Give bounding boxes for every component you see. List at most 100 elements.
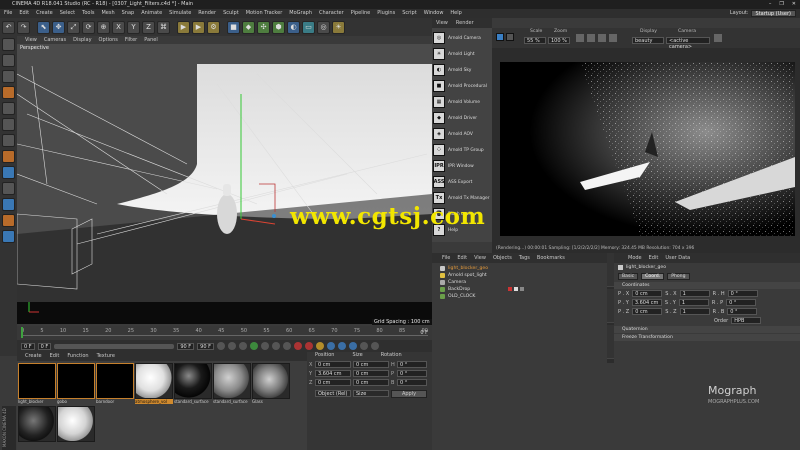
scale-key-icon[interactable] bbox=[337, 342, 346, 350]
make-editable-icon[interactable] bbox=[2, 38, 15, 51]
material-swatch[interactable]: barndoor bbox=[96, 363, 134, 404]
live-selection-icon[interactable]: ⬉ bbox=[37, 20, 50, 34]
order-dropdown[interactable]: HPB bbox=[731, 317, 762, 324]
go-to-start-icon[interactable] bbox=[216, 342, 225, 350]
render-picture-viewer-icon[interactable]: ▶ bbox=[192, 20, 205, 34]
move-icon[interactable]: ✥ bbox=[52, 20, 65, 34]
parameter-key-icon[interactable] bbox=[359, 342, 368, 350]
array-icon[interactable]: ✣ bbox=[257, 20, 270, 34]
recent-tools-icon[interactable]: ⊕ bbox=[97, 20, 110, 34]
object-menu-objects[interactable]: Objects bbox=[493, 253, 512, 263]
rotation-key-icon[interactable] bbox=[348, 342, 357, 350]
subdivision-icon[interactable]: ◆ bbox=[242, 20, 255, 34]
coordinate-mode-dropdown[interactable]: Object (Rel) bbox=[315, 390, 351, 397]
display-dropdown[interactable]: beauty bbox=[632, 37, 664, 44]
playhead[interactable] bbox=[21, 327, 23, 338]
pos-y-field[interactable]: 3.604 cm bbox=[631, 299, 662, 306]
max-frame-field[interactable]: 90 F bbox=[197, 342, 214, 350]
menu-script[interactable]: Script bbox=[402, 9, 417, 18]
scale-x-field[interactable]: 1 bbox=[679, 290, 710, 297]
viewport-menu-panel[interactable]: Panel bbox=[144, 36, 158, 44]
material-menu-edit[interactable]: Edit bbox=[50, 352, 60, 361]
menu-tools[interactable]: Tools bbox=[82, 9, 94, 18]
play-render-icon[interactable] bbox=[496, 33, 504, 41]
menu-character[interactable]: Character bbox=[319, 9, 344, 18]
pause-render-icon[interactable] bbox=[506, 33, 514, 41]
menu-render[interactable]: Render bbox=[198, 9, 216, 18]
object-row[interactable]: light_blocker_geo bbox=[432, 265, 607, 272]
pos-z-field[interactable]: 0 cm bbox=[632, 308, 663, 315]
position-z-field[interactable]: 0 cm bbox=[315, 379, 351, 386]
current-frame-field[interactable]: 0 F bbox=[37, 342, 52, 350]
play-icon[interactable] bbox=[249, 342, 258, 350]
fit-icon[interactable] bbox=[576, 34, 584, 42]
keyframe-selection-icon[interactable] bbox=[315, 342, 324, 350]
camera-dropdown[interactable]: <active camera> bbox=[666, 37, 710, 50]
material-swatch[interactable] bbox=[18, 406, 56, 446]
attribute-menu-edit[interactable]: Edit bbox=[649, 253, 659, 263]
arnold-driver-button[interactable]: ◆ Arnold Driver bbox=[433, 111, 491, 125]
render-view-menu-render[interactable]: Render bbox=[456, 20, 474, 26]
range-slider[interactable] bbox=[54, 343, 175, 349]
tab-objects[interactable] bbox=[607, 253, 614, 287]
freeze-transformation-section[interactable]: Freeze Transformation bbox=[614, 334, 800, 341]
workplane-lock-icon[interactable] bbox=[2, 198, 15, 211]
tweak-mode-icon[interactable] bbox=[2, 166, 15, 179]
record-icon[interactable] bbox=[293, 342, 302, 350]
y-axis-icon[interactable]: Y bbox=[127, 20, 140, 34]
camera-lock-icon[interactable] bbox=[714, 34, 722, 42]
point-level-icon[interactable] bbox=[370, 342, 379, 350]
material-menu-function[interactable]: Function bbox=[67, 352, 88, 361]
rot-p-field[interactable]: 0 ° bbox=[726, 299, 757, 306]
tab-content-browser[interactable] bbox=[607, 289, 614, 323]
x-axis-icon[interactable]: X bbox=[112, 20, 125, 34]
scale-field[interactable]: 55 % bbox=[524, 37, 546, 44]
size-mode-dropdown[interactable]: Size bbox=[353, 390, 389, 397]
render-settings-icon[interactable]: ⚙ bbox=[207, 20, 220, 34]
pos-x-field[interactable]: 0 cm bbox=[632, 290, 663, 297]
viewport-menu-display[interactable]: Display bbox=[73, 36, 91, 44]
material-swatch[interactable]: atmosphere_vol bbox=[135, 363, 173, 404]
go-to-end-icon[interactable] bbox=[282, 342, 291, 350]
material-tag-icon[interactable] bbox=[514, 287, 518, 291]
ass-export-button[interactable]: ASS ASS Export bbox=[433, 175, 491, 189]
object-row[interactable]: OLD_CLOCK bbox=[432, 293, 607, 300]
z-axis-icon[interactable]: Z bbox=[142, 20, 155, 34]
menu-mograph[interactable]: MoGraph bbox=[289, 9, 312, 18]
menu-plugins[interactable]: Plugins bbox=[377, 9, 395, 18]
apply-button[interactable]: Apply bbox=[391, 389, 427, 398]
material-tag-icon[interactable] bbox=[508, 287, 512, 291]
material-swatch[interactable] bbox=[57, 406, 95, 446]
previous-frame-icon[interactable] bbox=[238, 342, 247, 350]
render-view-menu-view[interactable]: View bbox=[436, 20, 448, 26]
maximize-button[interactable]: ❐ bbox=[779, 0, 783, 9]
light-icon[interactable]: ☀ bbox=[332, 20, 345, 34]
viewport-menu-options[interactable]: Options bbox=[99, 36, 118, 44]
autokey-icon[interactable] bbox=[304, 342, 313, 350]
generator-icon[interactable]: ⬢ bbox=[272, 20, 285, 34]
object-menu-file[interactable]: File bbox=[442, 253, 450, 263]
object-row[interactable]: Camera bbox=[432, 279, 607, 286]
viewport-menu-view[interactable]: View bbox=[25, 36, 37, 44]
menu-snap[interactable]: Snap bbox=[122, 9, 135, 18]
timeline-ruler[interactable]: 0 5 10 15 20 25 30 35 40 45 50 55 60 65 … bbox=[17, 326, 432, 340]
menu-sculpt[interactable]: Sculpt bbox=[223, 9, 239, 18]
ipr-window-button[interactable]: IPR IPR Window bbox=[433, 159, 491, 173]
object-menu-bookmarks[interactable]: Bookmarks bbox=[537, 253, 565, 263]
menu-mesh[interactable]: Mesh bbox=[101, 9, 114, 18]
camera-icon[interactable]: ◎ bbox=[317, 20, 330, 34]
rotate-icon[interactable]: ⟳ bbox=[82, 20, 95, 34]
menu-create[interactable]: Create bbox=[36, 9, 53, 18]
zoom-field[interactable]: 100 % bbox=[548, 37, 570, 44]
deformer-icon[interactable]: ◐ bbox=[287, 20, 300, 34]
undo-icon[interactable]: ↶ bbox=[2, 20, 15, 34]
scale-z-field[interactable]: 1 bbox=[679, 308, 710, 315]
menu-edit[interactable]: Edit bbox=[19, 9, 29, 18]
axis-mode-icon[interactable] bbox=[2, 150, 15, 163]
arnold-sky-button[interactable]: ◐ Arnold Sky bbox=[433, 63, 491, 77]
redo-icon[interactable]: ↷ bbox=[17, 20, 30, 34]
start-frame-field[interactable]: 0 F bbox=[21, 342, 35, 350]
size-z-field[interactable]: 0 cm bbox=[353, 379, 389, 386]
grid-icon[interactable] bbox=[2, 230, 15, 243]
model-mode-icon[interactable] bbox=[2, 54, 15, 67]
